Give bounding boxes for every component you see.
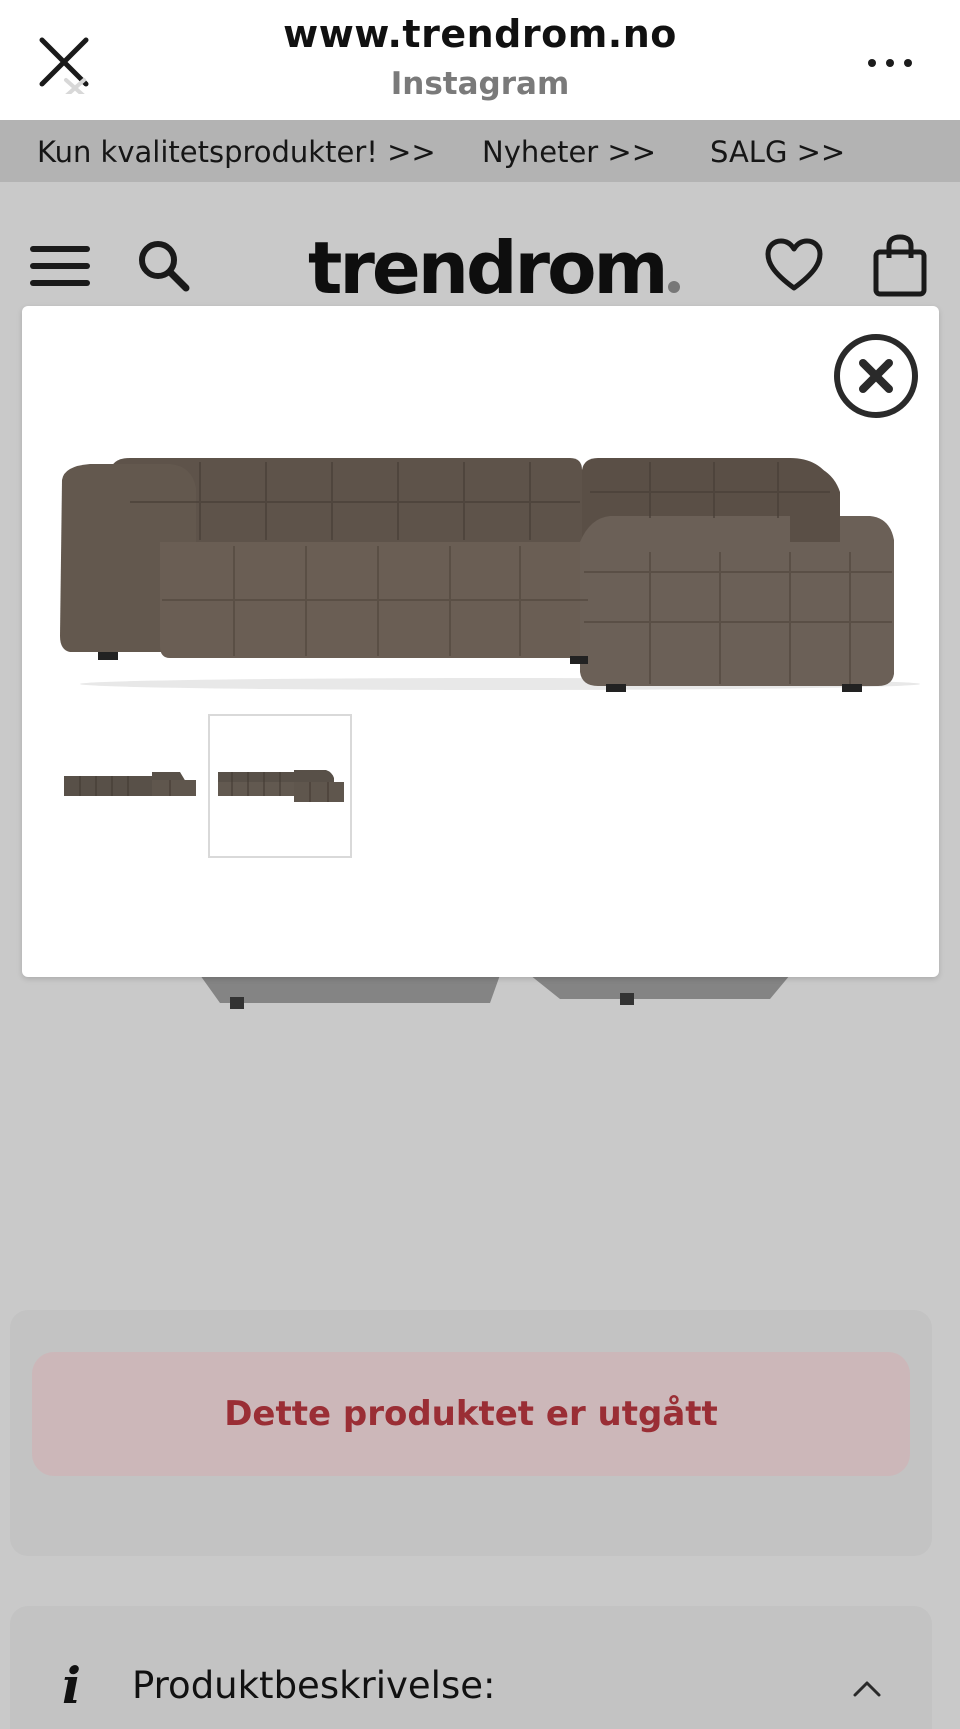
discontinued-notice: Dette produktet er utgått [32, 1352, 910, 1476]
sofa-thumbnail-2[interactable] [208, 714, 352, 858]
browser-subtitle: Instagram [390, 66, 570, 102]
hamburger-icon[interactable] [30, 246, 92, 286]
product-status-panel: Dette produktet er utgått [10, 1310, 932, 1556]
main-product-image [50, 422, 930, 692]
promo-link-sale[interactable]: SALG >> [710, 135, 845, 169]
promo-bar: Kun kvalitetsprodukter! >> Nyheter >> SA… [0, 120, 960, 182]
more-dots-icon[interactable] [868, 56, 912, 70]
product-description-title: Produktbeskrivelse: [132, 1664, 496, 1707]
shopping-bag-icon[interactable] [872, 234, 928, 298]
site-logo[interactable]: trendrom [308, 226, 680, 310]
logo-dot [667, 281, 680, 293]
image-modal [22, 306, 939, 977]
promo-link-news[interactable]: Nyheter >> [482, 135, 656, 169]
browser-header: www.trendrom.no Instagram [0, 0, 960, 120]
chevron-up-icon[interactable] [852, 1678, 882, 1698]
close-circle-icon[interactable] [832, 332, 920, 420]
background-product-image [200, 975, 800, 1011]
search-icon[interactable] [136, 238, 192, 294]
site-logo-text: trendrom [308, 226, 669, 310]
browser-url: www.trendrom.no [283, 12, 677, 56]
sofa-thumbnail-1[interactable] [60, 714, 204, 858]
promo-link-quality[interactable]: Kun kvalitetsprodukter! >> [37, 135, 436, 169]
heart-icon[interactable] [764, 238, 824, 294]
product-description-accordion[interactable]: i Produktbeskrivelse: [10, 1606, 932, 1729]
site-header: trendrom [0, 182, 960, 312]
discontinued-text: Dette produktet er utgått [224, 1394, 718, 1434]
info-icon: i [62, 1656, 81, 1715]
